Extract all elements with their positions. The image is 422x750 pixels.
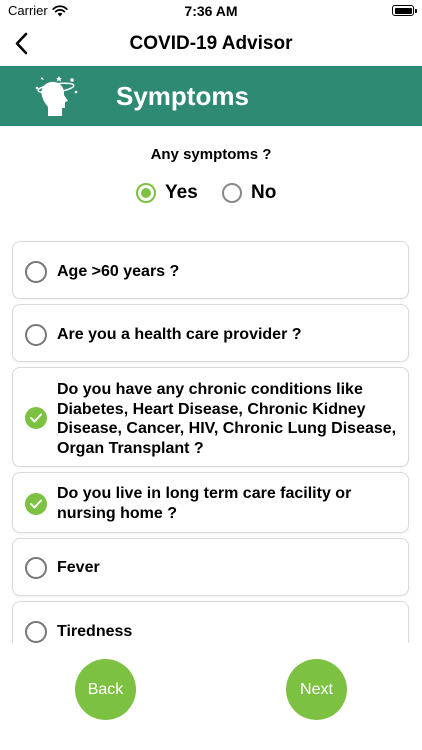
radio-label-yes: Yes xyxy=(165,182,198,203)
list-item-label: Fever xyxy=(57,559,100,576)
back-button[interactable]: Back xyxy=(75,659,136,720)
unchecked-circle-icon[interactable] xyxy=(25,621,47,643)
unchecked-circle-icon[interactable] xyxy=(25,324,47,346)
list-item-label: Do you live in long term care facility o… xyxy=(57,485,352,522)
radio-button-no[interactable] xyxy=(222,183,242,203)
unchecked-circle-icon[interactable] xyxy=(25,557,47,579)
list-item-label: Do you have any chronic conditions like … xyxy=(57,381,397,457)
radio-button-yes[interactable] xyxy=(136,183,156,203)
navigation-bar: COVID-19 Advisor xyxy=(0,24,422,66)
list-item[interactable]: Do you live in long term care facility o… xyxy=(12,472,409,533)
list-item-label: Age >60 years ? xyxy=(57,263,180,280)
battery-icon xyxy=(392,5,417,16)
dizzy-head-icon xyxy=(34,74,82,118)
list-item[interactable]: Are you a health care provider ? xyxy=(12,304,409,362)
symptoms-banner: Symptoms xyxy=(0,66,422,126)
list-item[interactable]: Age >60 years ? xyxy=(12,241,409,299)
symptoms-question: Any symptoms ? xyxy=(150,146,272,163)
checkmark-circle-icon[interactable] xyxy=(25,407,47,429)
list-item[interactable]: Do you have any chronic conditions like … xyxy=(12,367,409,467)
radio-label-no: No xyxy=(251,182,277,203)
nav-title: COVID-19 Advisor xyxy=(129,33,293,54)
status-bar: Carrier 7:36 AM xyxy=(0,0,422,24)
list-item-label: Tiredness xyxy=(57,623,133,640)
radio-no[interactable]: No xyxy=(222,182,276,204)
list-item[interactable]: Fever xyxy=(12,538,409,596)
banner-title: Symptoms xyxy=(116,81,249,111)
next-button[interactable]: Next xyxy=(286,659,347,720)
radio-yes[interactable]: Yes xyxy=(136,182,198,204)
symptom-list: Age >60 years ? Are you a health care pr… xyxy=(0,240,422,643)
list-item[interactable]: Tiredness xyxy=(12,601,409,643)
unchecked-circle-icon[interactable] xyxy=(25,261,47,283)
checkmark-circle-icon[interactable] xyxy=(25,493,47,515)
list-item-label: Are you a health care provider ? xyxy=(57,326,302,343)
status-time: 7:36 AM xyxy=(184,3,238,19)
